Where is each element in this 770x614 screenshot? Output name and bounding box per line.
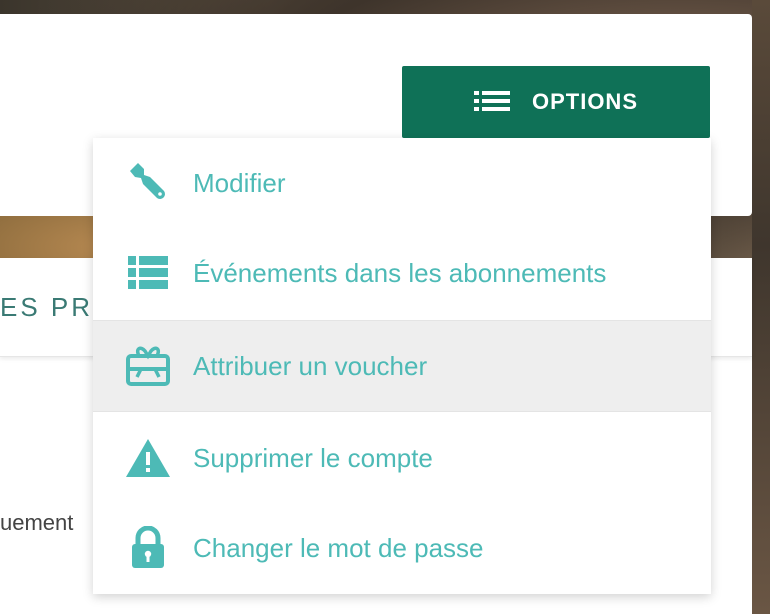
menu-item-label: Événements dans les abonnements <box>193 257 607 288</box>
list-icon <box>123 248 173 298</box>
options-dropdown-menu: Modifier Événements dans les abonnements <box>93 138 711 594</box>
section-title: ES PR <box>0 292 94 322</box>
gift-card-icon <box>123 341 173 391</box>
wrench-icon <box>123 158 173 208</box>
lock-icon <box>123 523 173 573</box>
menu-item-label: Attribuer un voucher <box>193 350 428 381</box>
list-icon <box>473 89 510 116</box>
menu-item-modifier[interactable]: Modifier <box>93 138 711 228</box>
options-button-label: OPTIONS <box>531 89 638 114</box>
warning-icon <box>123 433 173 483</box>
menu-item-attribuer-voucher[interactable]: Attribuer un voucher <box>93 321 711 411</box>
menu-item-label: Changer le mot de passe <box>193 532 484 563</box>
menu-item-supprimer-compte[interactable]: Supprimer le compte <box>93 413 711 503</box>
background-edge <box>752 0 770 614</box>
menu-item-events-subscriptions[interactable]: Événements dans les abonnements <box>93 228 711 318</box>
menu-item-label: Modifier <box>193 167 286 198</box>
menu-item-label: Supprimer le compte <box>193 442 433 473</box>
body-text: uement <box>0 510 74 535</box>
menu-divider <box>93 411 711 412</box>
options-button[interactable]: OPTIONS <box>402 66 710 138</box>
menu-item-changer-mot-de-passe[interactable]: Changer le mot de passe <box>93 503 711 593</box>
